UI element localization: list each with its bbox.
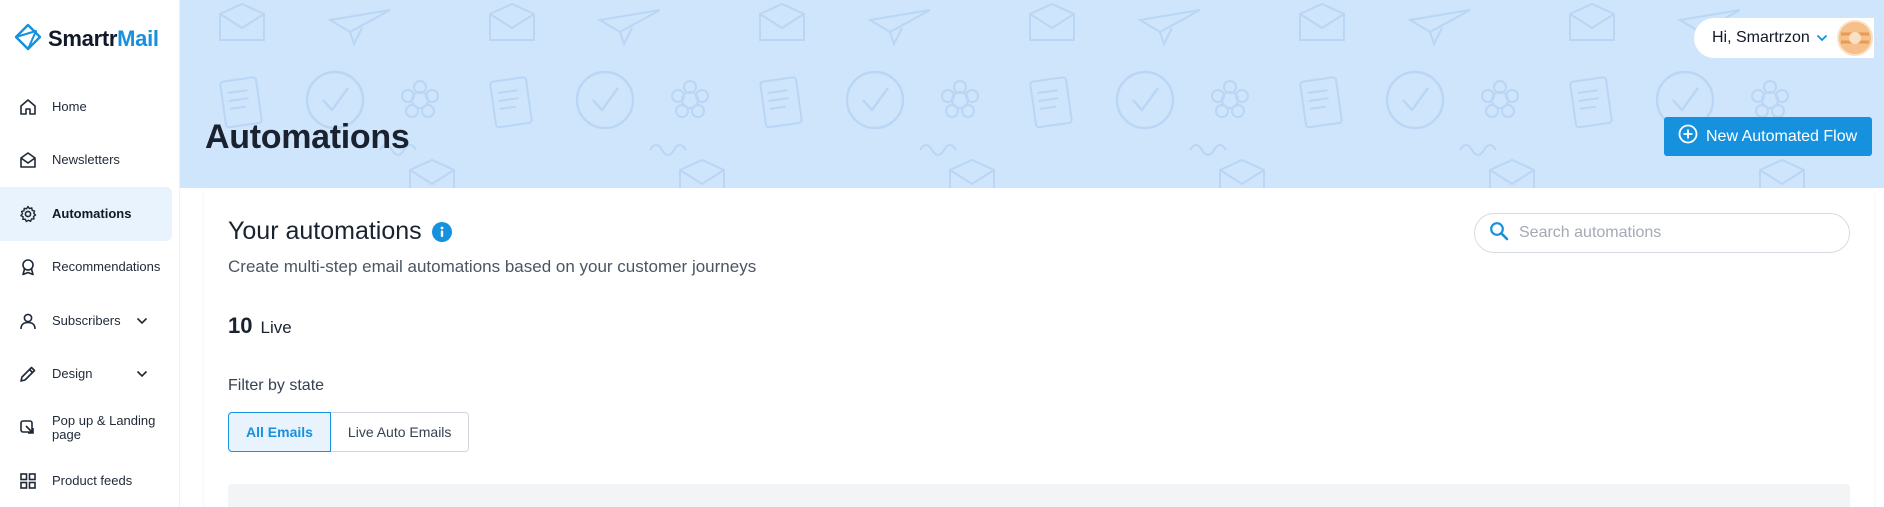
card-title-text: Your automations	[228, 217, 422, 245]
avatar-icon[interactable]	[1837, 20, 1873, 56]
live-count-label: Live	[260, 318, 292, 337]
sidebar-item-label: Subscribers	[52, 312, 121, 328]
chevron-down-icon[interactable]	[136, 312, 148, 330]
search-icon	[1489, 221, 1509, 246]
sidebar-item-label: Design	[52, 366, 93, 382]
sidebar-item-label: Pop up & Landing page	[52, 412, 156, 442]
grid-icon	[18, 471, 38, 491]
sidebar-nav: Home Newsletters Automations Recommendat…	[0, 80, 180, 507]
sidebar-item-product-feeds[interactable]: Product feeds	[0, 455, 180, 507]
banner-pattern	[219, 3, 1805, 188]
user-icon	[18, 311, 38, 331]
smartrmail-logo-icon	[14, 23, 42, 56]
envelope-icon	[18, 150, 38, 170]
plus-circle-icon	[1678, 124, 1698, 149]
new-automated-flow-button[interactable]: New Automated Flow	[1664, 117, 1872, 156]
brand-logo[interactable]: SmartrMail	[14, 22, 159, 56]
sidebar-item-label: Home	[52, 98, 87, 114]
sidebar-item-subscribers[interactable]: Subscribers	[0, 294, 180, 348]
sidebar-item-automations[interactable]: Automations	[0, 187, 172, 241]
live-count: 10 Live	[228, 313, 292, 339]
home-icon	[18, 97, 38, 117]
card-title: Your automations	[228, 217, 452, 246]
brand-name: SmartrMail	[48, 26, 159, 51]
sidebar-item-recommendations[interactable]: Recommendations	[0, 241, 180, 295]
sidebar-item-label: Newsletters	[52, 152, 120, 168]
sidebar-item-label: Recommendations	[52, 259, 161, 275]
filter-label: Filter by state	[228, 377, 325, 394]
popup-icon	[18, 418, 38, 438]
user-greeting: Hi, Smartrzon	[1712, 29, 1810, 46]
page-title: Automations	[205, 118, 410, 156]
info-icon[interactable]	[431, 221, 452, 242]
filter-live-auto-emails[interactable]: Live Auto Emails	[330, 412, 470, 452]
filter-all-emails[interactable]: All Emails	[228, 412, 331, 452]
search-input[interactable]	[1519, 224, 1839, 242]
sidebar-item-newsletters[interactable]: Newsletters	[0, 134, 180, 188]
live-count-number: 10	[228, 313, 253, 338]
gear-icon	[18, 204, 38, 224]
sidebar-item-design[interactable]: Design	[0, 348, 180, 402]
filter-segmented-control: All Emails Live Auto Emails	[228, 412, 470, 452]
search-box	[1474, 213, 1850, 253]
award-icon	[18, 257, 38, 277]
automations-table-header	[228, 484, 1850, 507]
chevron-down-icon	[1816, 29, 1828, 47]
card-subtitle: Create multi-step email automations base…	[228, 257, 757, 276]
automations-card: Your automations Create multi-step email…	[204, 189, 1874, 507]
sidebar-item-popup-landing[interactable]: Pop up & Landing page	[0, 401, 180, 455]
chevron-down-icon[interactable]	[136, 365, 148, 383]
pencil-icon	[18, 364, 38, 384]
header-banner	[180, 0, 1884, 188]
new-automated-flow-label: New Automated Flow	[1706, 127, 1858, 145]
sidebar: SmartrMail Home Newsletters Automations …	[0, 0, 180, 507]
sidebar-item-label: Product feeds	[52, 473, 133, 489]
sidebar-item-label: Automations	[52, 205, 132, 221]
sidebar-item-home[interactable]: Home	[0, 80, 180, 134]
